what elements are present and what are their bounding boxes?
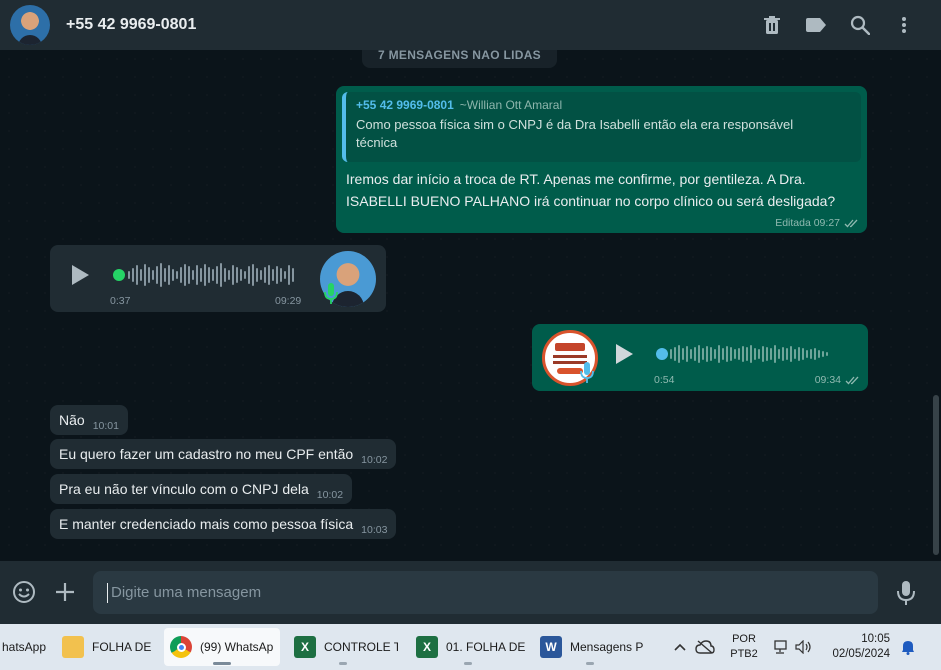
audio-duration: 0:37 [110,295,131,307]
keyboard-layout: PTB2 [730,648,758,660]
taskbar-item-label: (99) WhatsAp [200,640,274,654]
taskbar-item-01-folha-de[interactable]: X 01. FOLHA DE [410,628,525,666]
quote-author: +55 42 9969-0801 [356,98,454,112]
audio-duration: 0:54 [654,374,675,386]
message-meta: Editada 09:27 [775,217,859,229]
quote-text-line-1: Como pessoa física sim o CNPJ é da Dra I… [356,117,794,132]
header-actions [761,14,931,36]
double-check-icon [845,376,859,384]
chat-header: +55 42 9969-0801 [0,0,941,50]
message-composer: Digite uma mensagem [0,561,941,624]
message-input-placeholder: Digite uma mensagem [111,584,262,601]
microphone-icon [324,283,338,304]
taskbar-item-label: hatsApp [2,640,46,654]
taskbar-item-whatsapp-app[interactable]: hatsApp [0,628,46,666]
taskbar-item-controle-ti[interactable]: X CONTROLE TI [288,628,398,666]
audio-waveform[interactable] [670,342,828,366]
taskbar-item-label: FOLHA DE [92,640,152,654]
taskbar-item-folha-de[interactable]: FOLHA DE [56,628,156,666]
chrome-icon [170,636,192,658]
double-check-icon [844,219,858,227]
quoted-message[interactable]: +55 42 9969-0801 ~Willian Ott Amaral Como… [342,92,861,162]
folder-icon [62,636,84,658]
label-icon[interactable] [805,14,827,36]
message-text-line-2: ISABELLI BUENO PALHANO irá continuar no … [346,193,836,209]
message-input[interactable]: Digite uma mensagem [93,571,878,614]
message-time: 10:02 [361,454,388,466]
more-vertical-icon[interactable] [893,14,915,36]
taskbar-item-mensagens[interactable]: W Mensagens P [534,628,646,666]
message-time: 10:03 [361,524,388,536]
volume-icon[interactable] [792,640,816,654]
message-time: 10:01 [92,420,119,432]
notification-bell-icon[interactable] [896,639,920,655]
quote-text: Como pessoa física sim o CNPJ é da Dra I… [356,115,851,153]
network-icon[interactable] [768,640,792,654]
message-text: Iremos dar início a troca de RT. Apenas … [346,168,835,212]
open-indicator [586,662,594,665]
taskbar-item-label: Mensagens P [570,640,644,654]
trash-icon[interactable] [761,14,783,36]
incoming-message[interactable]: Pra eu não ter vínculo com o CNPJ dela 1… [50,474,353,504]
incoming-message[interactable]: E manter credenciado mais como pessoa fí… [50,509,397,539]
excel-icon: X [416,636,438,658]
language-indicator[interactable]: POR PTB2 [720,632,768,662]
incoming-audio-message[interactable]: 0:37 09:29 [50,245,386,312]
quote-author-sub: ~Willian Ott Amaral [459,98,563,112]
contact-name[interactable]: +55 42 9969-0801 [66,16,196,34]
audio-progress-knob[interactable] [656,348,668,360]
contact-avatar[interactable] [10,5,50,45]
attach-plus-icon[interactable] [55,582,75,607]
audio-waveform[interactable] [128,263,294,287]
taskbar-item-label: CONTROLE TI [324,640,398,654]
emoji-icon[interactable] [12,580,36,609]
incoming-message[interactable]: Não 10:01 [50,405,128,435]
system-tray: POR PTB2 10:05 02/05/2024 [670,624,920,670]
clock-date: 02/05/2024 [832,648,890,660]
unread-messages-pill: 7 MENSAGENS NÃO LIDAS [362,50,557,68]
message-time: Editada 09:27 [775,217,840,229]
chat-scrollbar[interactable] [933,395,939,555]
microphone-icon[interactable] [897,581,915,610]
active-indicator [213,662,231,665]
cloud-offline-icon[interactable] [690,640,720,654]
message-text: Não [59,412,85,428]
message-time: 10:02 [316,489,344,501]
play-icon[interactable] [616,344,633,364]
outgoing-reply-message[interactable]: +55 42 9969-0801 ~Willian Ott Amaral Como… [336,86,867,233]
chat-area[interactable]: 7 MENSAGENS NÃO LIDAS +55 42 9969-0801 ~W… [0,50,941,561]
text-caret [107,582,108,603]
message-text-line-1: Iremos dar início a troca de RT. Apenas … [346,171,806,187]
message-text: Pra eu não ter vínculo com o CNPJ dela [59,481,309,497]
message-text: E manter credenciado mais como pessoa fí… [59,516,354,532]
clock[interactable]: 10:05 02/05/2024 [816,632,896,662]
outgoing-audio-message[interactable]: 0:54 09:34 [532,324,868,391]
incoming-message[interactable]: Eu quero fazer um cadastro no meu CPF en… [50,439,397,469]
audio-meta: 09:34 [815,374,860,386]
open-indicator [339,662,347,665]
search-icon[interactable] [849,14,871,36]
microphone-icon [580,362,594,383]
taskbar-item-chrome-whatsapp[interactable]: (99) WhatsAp [164,628,280,666]
play-icon[interactable] [72,265,89,285]
quote-text-line-2: técnica [356,135,398,150]
excel-icon: X [294,636,316,658]
chevron-up-icon[interactable] [670,643,690,651]
audio-time: 09:29 [275,295,302,307]
audio-time: 09:34 [814,374,841,386]
language-code: POR [732,633,756,645]
audio-progress-knob[interactable] [113,269,125,281]
clock-time: 10:05 [861,633,890,645]
taskbar-item-label: 01. FOLHA DE [446,640,525,654]
word-icon: W [540,636,562,658]
open-indicator [463,662,472,665]
windows-taskbar: hatsApp FOLHA DE (99) WhatsAp X CONTROLE… [0,624,941,670]
message-text: Eu quero fazer um cadastro no meu CPF en… [59,446,354,462]
